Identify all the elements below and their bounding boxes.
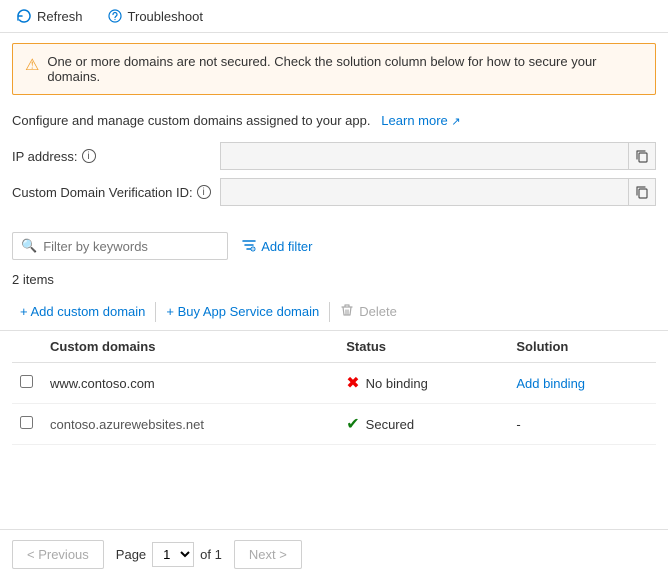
custom-domain-verification-label: Custom Domain Verification ID: i [12, 185, 212, 200]
next-button[interactable]: Next > [234, 540, 302, 569]
add-filter-label: Add filter [261, 239, 312, 254]
add-custom-domain-button[interactable]: + Add custom domain [12, 300, 153, 323]
filter-row: 🔍 Add filter [0, 224, 668, 268]
row-2-solution: - [508, 404, 656, 445]
actions-row: + Add custom domain + Buy App Service do… [0, 293, 668, 331]
add-filter-icon [242, 238, 256, 255]
of-label: of 1 [200, 547, 222, 562]
ip-address-label: IP address: i [12, 149, 212, 164]
row-2-status-success-icon: ✔ [346, 414, 359, 434]
filter-search-icon: 🔍 [21, 238, 37, 254]
page-text: Page [116, 547, 146, 562]
ip-address-row: IP address: i [12, 142, 656, 170]
ip-address-info-icon[interactable]: i [82, 149, 96, 163]
add-custom-domain-label: + Add custom domain [20, 304, 145, 319]
page-content: Refresh Troubleshoot ⚠ One or more domai… [0, 0, 668, 579]
ip-address-input[interactable] [221, 149, 628, 164]
page-select[interactable]: 1 [152, 542, 194, 567]
ip-address-copy-button[interactable] [628, 143, 655, 169]
custom-domain-verification-input[interactable] [221, 185, 628, 200]
toolbar: Refresh Troubleshoot [0, 0, 668, 33]
custom-domain-verification-copy-button[interactable] [628, 179, 655, 205]
table-header-solution: Solution [508, 331, 656, 363]
delete-label: Delete [359, 304, 397, 319]
row-1-status-error-icon: ✖ [346, 373, 359, 393]
row-2-status: ✔ Secured [338, 404, 508, 445]
action-separator-2 [329, 302, 330, 322]
external-link-icon: ↗ [451, 116, 460, 128]
table-header-status: Status [338, 331, 508, 363]
row-1-solution-link[interactable]: Add binding [516, 376, 585, 391]
action-separator-1 [155, 302, 156, 322]
row-1-solution: Add binding [508, 363, 656, 404]
table-wrapper: Custom domains Status Solution www.conto… [0, 331, 668, 445]
ip-address-input-wrapper [220, 142, 656, 170]
row-2-status-text: Secured [366, 417, 414, 432]
previous-label: < Previous [27, 547, 89, 562]
row-1-domain: www.contoso.com [42, 363, 338, 404]
page-label: Page 1 of 1 [116, 542, 222, 567]
previous-button[interactable]: < Previous [12, 540, 104, 569]
filter-input-wrapper: 🔍 [12, 232, 228, 260]
refresh-button[interactable]: Refresh [12, 6, 87, 26]
table-row: www.contoso.com ✖ No binding Add binding [12, 363, 656, 404]
row-1-status: ✖ No binding [338, 363, 508, 404]
troubleshoot-button[interactable]: Troubleshoot [103, 6, 207, 26]
learn-more-link[interactable]: Learn more ↗ [381, 113, 460, 128]
buy-app-service-domain-button[interactable]: + Buy App Service domain [158, 300, 327, 323]
table-header-row: Custom domains Status Solution [12, 331, 656, 363]
buy-app-service-label: + Buy App Service domain [166, 304, 319, 319]
warning-banner: ⚠ One or more domains are not secured. C… [12, 43, 656, 95]
row-2-checkbox[interactable] [20, 416, 33, 429]
next-label: Next > [249, 547, 287, 562]
table-header-custom-domains: Custom domains [42, 331, 338, 363]
row-2-domain: contoso.azurewebsites.net [42, 404, 338, 445]
domains-table: Custom domains Status Solution www.conto… [12, 331, 656, 445]
warning-message: One or more domains are not secured. Che… [47, 54, 643, 84]
row-1-checkbox-cell [12, 363, 42, 404]
refresh-icon [16, 8, 32, 24]
fields-section: IP address: i Custom Domain Verification… [0, 136, 668, 224]
row-2-checkbox-cell [12, 404, 42, 445]
delete-button[interactable]: Delete [332, 299, 405, 324]
table-header-checkbox [12, 331, 42, 363]
custom-domain-verification-input-wrapper [220, 178, 656, 206]
description-row: Configure and manage custom domains assi… [0, 105, 668, 136]
table-row: contoso.azurewebsites.net ✔ Secured - [12, 404, 656, 445]
description-text: Configure and manage custom domains assi… [12, 113, 370, 128]
delete-icon [340, 303, 354, 320]
items-count: 2 items [0, 268, 668, 293]
learn-more-label: Learn more [381, 113, 447, 128]
troubleshoot-icon [107, 8, 123, 24]
row-1-status-text: No binding [366, 376, 428, 391]
add-filter-button[interactable]: Add filter [236, 234, 318, 259]
warning-icon: ⚠ [25, 55, 39, 75]
pagination-bar: < Previous Page 1 of 1 Next > [0, 529, 668, 579]
refresh-label: Refresh [37, 9, 83, 24]
troubleshoot-label: Troubleshoot [128, 9, 203, 24]
custom-domain-verification-row: Custom Domain Verification ID: i [12, 178, 656, 206]
row-1-checkbox[interactable] [20, 375, 33, 388]
filter-input[interactable] [43, 239, 219, 254]
custom-domain-info-icon[interactable]: i [197, 185, 211, 199]
